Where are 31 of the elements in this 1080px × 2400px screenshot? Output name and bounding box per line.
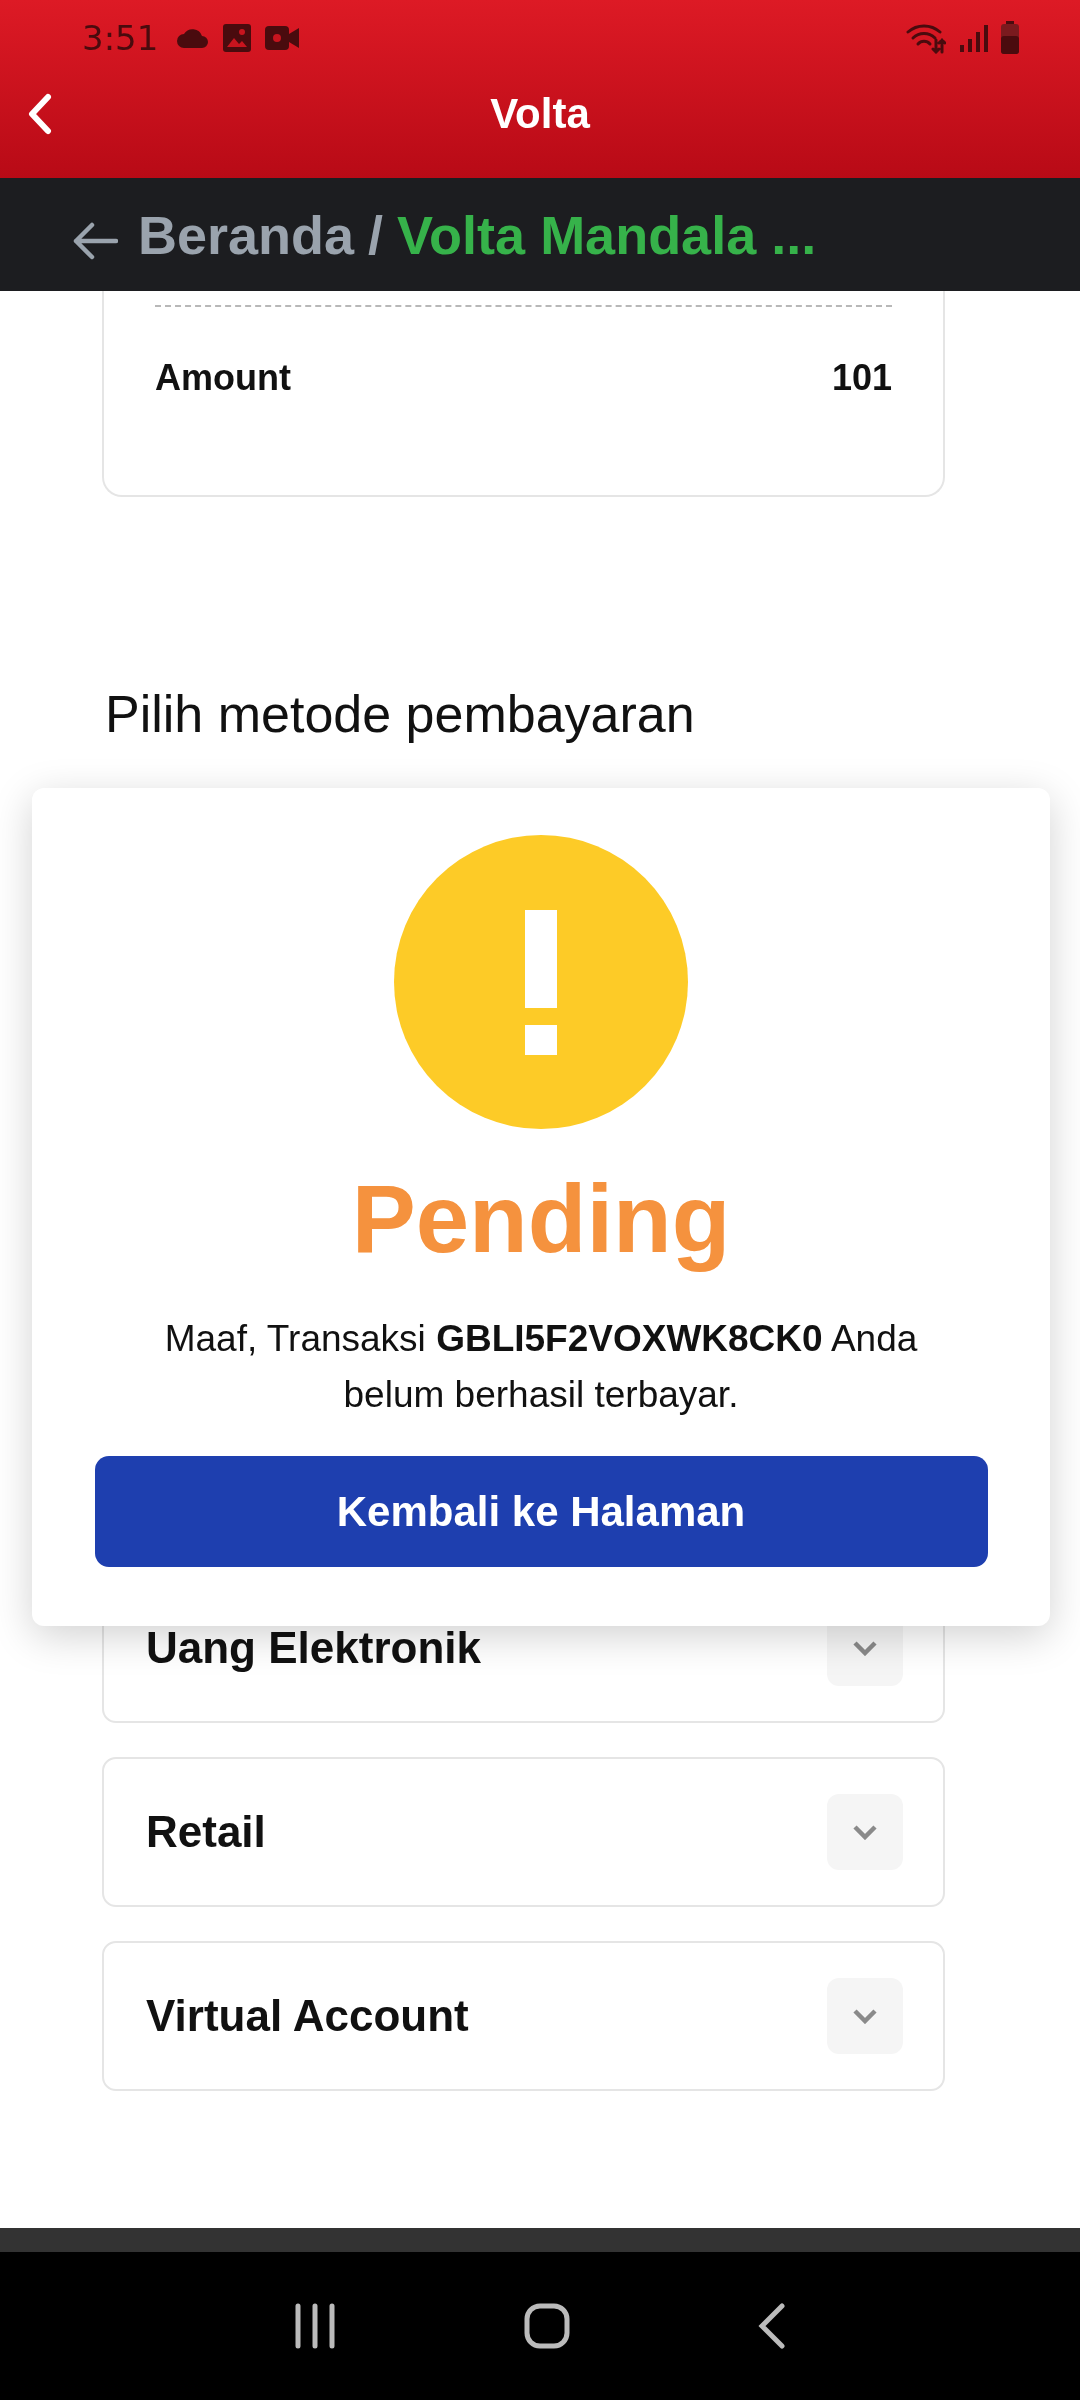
payment-method-item[interactable]: Retail xyxy=(102,1757,945,1907)
signal-icon xyxy=(958,23,988,53)
status-time: 3:51 xyxy=(82,18,159,58)
method-name: Uang Elektronik xyxy=(146,1623,482,1673)
payment-method-item[interactable]: Virtual Account xyxy=(102,1941,945,2091)
home-icon[interactable] xyxy=(524,2303,570,2349)
summary-value: 101 xyxy=(831,357,892,399)
wifi-icon xyxy=(906,22,946,54)
summary-label: Amount xyxy=(155,357,291,399)
method-name: Retail xyxy=(146,1807,267,1857)
recent-apps-icon[interactable] xyxy=(294,2303,336,2349)
video-camera-icon xyxy=(264,24,301,52)
chevron-down-icon xyxy=(852,2008,878,2024)
app-title: Volta xyxy=(490,90,590,138)
back-icon[interactable] xyxy=(758,2303,786,2349)
warning-icon xyxy=(394,835,688,1129)
image-icon xyxy=(222,23,253,53)
breadcrumb-separator: / xyxy=(368,203,384,266)
return-button[interactable]: Kembali ke Halaman xyxy=(94,1456,988,1567)
battery-icon xyxy=(1000,21,1020,55)
back-button[interactable] xyxy=(26,93,54,135)
status-message: Maaf, Transaksi GBLI5F2VOXWK8CK0 Anda belum berhasil terbayar. xyxy=(163,1317,919,1417)
section-heading: Pilih metode pembayaran xyxy=(105,684,696,745)
cloud-icon xyxy=(176,27,211,49)
chevron-down-icon xyxy=(852,1640,878,1656)
status-title: Pending xyxy=(351,1164,731,1274)
method-name: Virtual Account xyxy=(146,1991,470,2041)
back-arrow-icon[interactable] xyxy=(72,220,118,261)
chevron-down-icon xyxy=(852,1824,878,1840)
breadcrumb-current: Volta Mandala ... xyxy=(397,203,817,266)
breadcrumb-link[interactable]: Beranda xyxy=(138,203,355,266)
